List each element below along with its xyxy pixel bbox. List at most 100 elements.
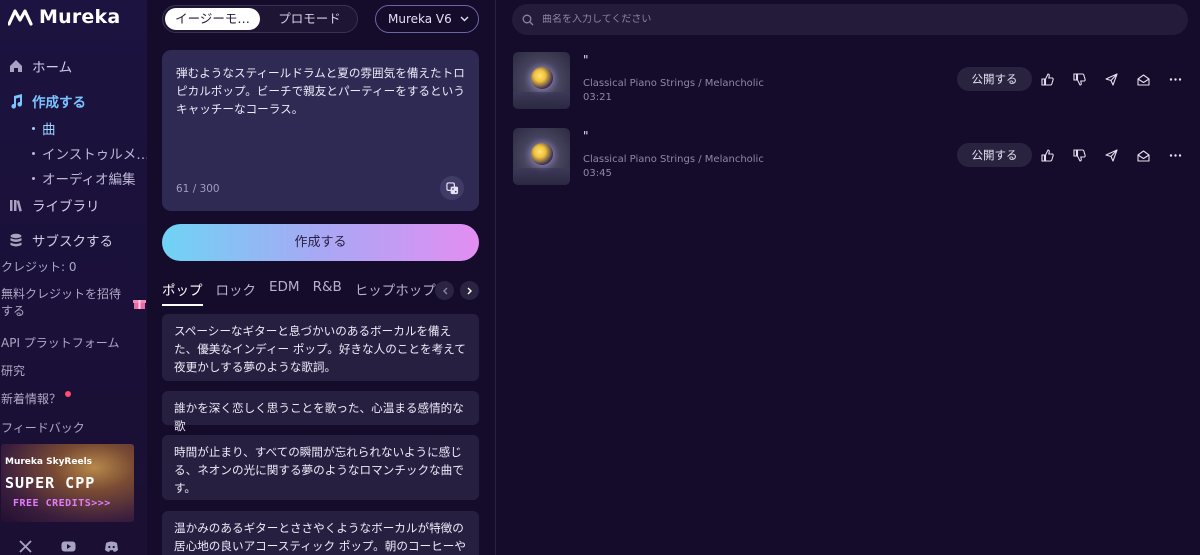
tab-genre-rnb[interactable]: R&B bbox=[313, 279, 342, 306]
promo-banner[interactable]: Mureka SkyReels SUPER CPP FREE CREDITS>>… bbox=[1, 444, 134, 522]
sidebar-subitem-label: オーディオ編集 bbox=[42, 172, 136, 188]
promo-brands: Mureka SkyReels bbox=[5, 457, 93, 467]
tab-genre-hiphop[interactable]: ヒップホップ bbox=[355, 279, 436, 306]
feedback-link[interactable]: フィードバック bbox=[1, 419, 85, 436]
api-platform-link[interactable]: API プラットフォーム bbox=[1, 334, 119, 351]
thumbs-down-icon bbox=[1072, 72, 1086, 86]
composer-panel: イージーモ… プロモード Mureka V6 弾むようなスティールドラムと夏の雰… bbox=[147, 0, 495, 555]
news-link[interactable]: 新着情報？ bbox=[1, 390, 72, 407]
suggestion-card[interactable]: 時間が止まり、すべての瞬間が忘れられないように感じる、ネオンの光に関する夢のよう… bbox=[162, 435, 479, 500]
suggestion-card[interactable]: スペーシーなギターと息づかいのあるボーカルを備えた、優美なインディー ポップ。好… bbox=[162, 314, 479, 381]
random-prompt-button[interactable] bbox=[440, 176, 464, 200]
track-cover[interactable] bbox=[513, 128, 570, 185]
send-icon bbox=[1104, 72, 1118, 86]
mail-open-icon bbox=[1136, 73, 1150, 86]
suggestion-card[interactable]: 温かみのあるギターとささやくようなボーカルが特徴の居心地の良いアコースティック … bbox=[162, 511, 479, 555]
more-button[interactable] bbox=[1168, 148, 1182, 162]
promo-subtitle: FREE CREDITS>>> bbox=[13, 498, 111, 509]
share-button[interactable] bbox=[1104, 148, 1118, 162]
prompt-text: 弾むようなスティールドラムと夏の雰囲気を備えたトロピカルポップ。ビーチで親友とパ… bbox=[176, 66, 465, 116]
sidebar-subitem-label: 曲 bbox=[42, 122, 56, 138]
coins-icon bbox=[10, 233, 22, 247]
sidebar-item-home[interactable]: ホーム bbox=[8, 56, 72, 76]
logo[interactable]: Mureka bbox=[8, 6, 120, 28]
thumbs-up-icon bbox=[1040, 148, 1054, 162]
tab-genre-edm[interactable]: EDM bbox=[269, 279, 300, 306]
mail-open-icon bbox=[1136, 149, 1150, 162]
track-duration: 03:45 bbox=[583, 168, 612, 179]
message-button[interactable] bbox=[1136, 148, 1150, 162]
mode-easy-tab[interactable]: イージーモ… bbox=[165, 8, 260, 30]
message-button[interactable] bbox=[1136, 72, 1150, 86]
sidebar-item-label: 作成する bbox=[32, 95, 86, 111]
music-note-icon bbox=[11, 94, 23, 109]
sidebar-item-label: サブスクする bbox=[32, 234, 113, 250]
mode-pro-tab[interactable]: プロモード bbox=[262, 8, 357, 30]
suggestion-card[interactable]: 誰かを深く恋しく思うことを歌った、心温まる感情的な歌 bbox=[162, 391, 479, 433]
bullet-icon bbox=[32, 151, 35, 155]
sidebar-subitem-audio-edit[interactable]: オーディオ編集 bbox=[32, 168, 136, 188]
sidebar-item-create[interactable]: 作成する bbox=[8, 91, 86, 111]
track-cover[interactable] bbox=[513, 52, 570, 109]
bullet-icon bbox=[32, 126, 35, 130]
track-row[interactable]: " Classical Piano Strings / Melancholic … bbox=[513, 128, 1193, 186]
research-link[interactable]: 研究 bbox=[1, 362, 25, 379]
tab-genre-rock[interactable]: ロック bbox=[216, 279, 257, 306]
dislike-button[interactable] bbox=[1072, 72, 1086, 86]
logo-text: Mureka bbox=[39, 6, 121, 28]
more-horizontal-icon bbox=[1169, 77, 1181, 81]
genre-prev-button[interactable] bbox=[435, 281, 454, 300]
sidebar-subitem-label: インストゥルメ… bbox=[42, 147, 150, 163]
sidebar-subitem-song[interactable]: 曲 bbox=[32, 118, 56, 138]
model-select-value: Mureka V6 bbox=[388, 12, 452, 26]
track-style: Classical Piano Strings / Melancholic bbox=[583, 154, 764, 165]
track-row[interactable]: " Classical Piano Strings / Melancholic … bbox=[513, 52, 1193, 110]
like-button[interactable] bbox=[1040, 72, 1054, 86]
invite-link[interactable]: 無料クレジットを招待する bbox=[1, 286, 129, 320]
sidebar-item-label: ホーム bbox=[32, 60, 73, 76]
search-input[interactable] bbox=[542, 14, 1142, 25]
publish-button[interactable]: 公開する bbox=[957, 143, 1032, 167]
more-button[interactable] bbox=[1168, 72, 1182, 86]
publish-button[interactable]: 公開する bbox=[957, 67, 1032, 91]
track-style: Classical Piano Strings / Melancholic bbox=[583, 78, 764, 89]
more-horizontal-icon bbox=[1169, 153, 1181, 157]
thumbs-down-icon bbox=[1072, 148, 1086, 162]
mode-toggle: イージーモ… プロモード bbox=[162, 5, 358, 33]
chevron-down-icon bbox=[460, 16, 469, 22]
mureka-logo-icon bbox=[8, 9, 33, 26]
sidebar-item-library[interactable]: ライブラリ bbox=[8, 195, 100, 215]
thumbs-up-icon bbox=[1040, 72, 1054, 86]
notification-dot bbox=[65, 391, 72, 397]
bullet-icon bbox=[32, 176, 35, 180]
track-title: " bbox=[583, 129, 589, 143]
youtube-icon[interactable] bbox=[61, 538, 76, 552]
credits-text: クレジット: 0 bbox=[1, 260, 77, 274]
model-select[interactable]: Mureka V6 bbox=[375, 5, 479, 33]
track-title: " bbox=[583, 53, 589, 67]
news-label: 新着情報？ bbox=[1, 392, 62, 406]
create-button[interactable]: 作成する bbox=[162, 224, 479, 261]
char-counter: 61 / 300 bbox=[176, 183, 220, 195]
search-icon bbox=[522, 14, 534, 25]
sidebar-subitem-instrumental[interactable]: インストゥルメ… bbox=[32, 143, 150, 163]
discord-icon[interactable] bbox=[104, 538, 119, 552]
genre-tabs: ポップ ロック EDM R&B ヒップホップ bbox=[162, 279, 436, 306]
chevron-left-icon bbox=[442, 287, 447, 294]
genre-next-button[interactable] bbox=[460, 281, 479, 300]
tab-genre-pop[interactable]: ポップ bbox=[162, 279, 203, 306]
dislike-button[interactable] bbox=[1072, 148, 1086, 162]
sidebar-item-label: ライブラリ bbox=[32, 199, 100, 215]
share-button[interactable] bbox=[1104, 72, 1118, 86]
prompt-textarea[interactable]: 弾むようなスティールドラムと夏の雰囲気を備えたトロピカルポップ。ビーチで親友とパ… bbox=[162, 50, 479, 211]
sidebar-item-subscribe[interactable]: サブスクする bbox=[8, 230, 113, 250]
track-duration: 03:21 bbox=[583, 92, 612, 103]
track-list-panel: " Classical Piano Strings / Melancholic … bbox=[496, 0, 1200, 555]
like-button[interactable] bbox=[1040, 148, 1054, 162]
library-icon bbox=[10, 200, 22, 212]
x-icon[interactable] bbox=[18, 538, 33, 553]
sidebar: Mureka ホーム 作成する 曲 インストゥルメ… オーディオ編集 ライブラリ… bbox=[0, 0, 150, 555]
dice-icon bbox=[445, 181, 458, 194]
home-icon bbox=[10, 60, 22, 72]
search-bar bbox=[512, 4, 1188, 35]
